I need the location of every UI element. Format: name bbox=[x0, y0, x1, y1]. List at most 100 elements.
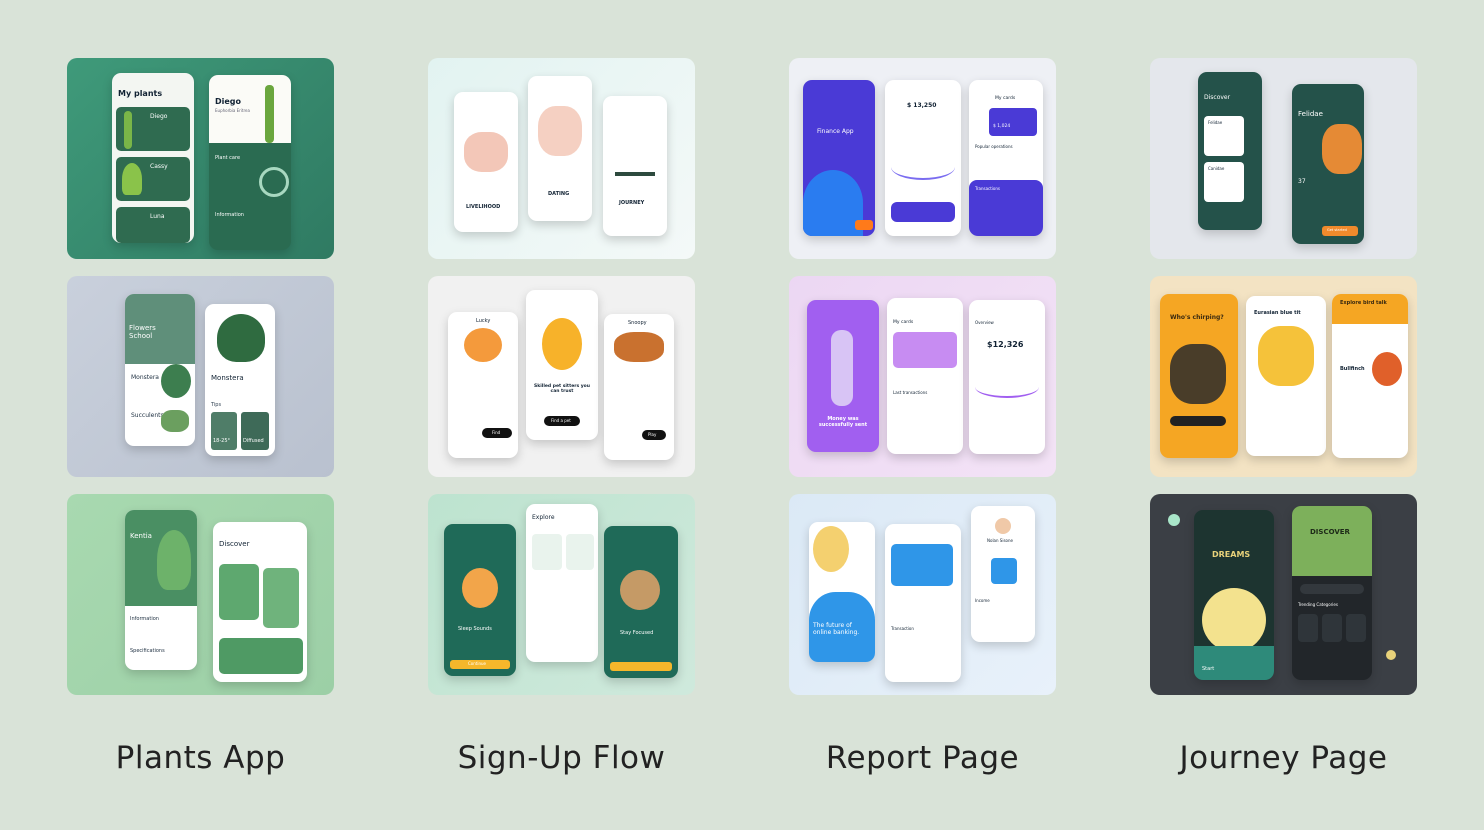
category-tile[interactable] bbox=[1322, 614, 1342, 642]
onboarding-screen: LIVELIHOOD bbox=[454, 92, 518, 232]
line-chart bbox=[891, 154, 955, 180]
plants-app-thumbnail-3[interactable]: Kentia Information Specifications Discov… bbox=[67, 494, 334, 695]
discover-screen: DISCOVER Trending Categories bbox=[1292, 506, 1372, 680]
success-message: Money was successfully sent bbox=[818, 416, 868, 428]
total-amount: $12,326 bbox=[987, 340, 1024, 349]
list-item[interactable]: Succulents bbox=[131, 412, 164, 419]
sleep-screen: Sleep Sounds Continue bbox=[444, 524, 516, 676]
find-pet-button[interactable]: Find a pet bbox=[544, 416, 580, 426]
avatar bbox=[995, 518, 1011, 534]
report-page-thumbnail-3[interactable]: The future of online banking. Transactio… bbox=[789, 494, 1056, 695]
sloth-icon bbox=[620, 570, 660, 610]
credit-card[interactable] bbox=[891, 544, 953, 586]
card-label: Canidae bbox=[1208, 166, 1225, 171]
screen-heading: Sleep Sounds bbox=[458, 626, 492, 632]
continue-button[interactable]: Continue bbox=[450, 660, 510, 669]
plant-card[interactable] bbox=[263, 568, 299, 628]
list-item[interactable]: Monstera bbox=[131, 374, 159, 381]
column-label-plants: Plants App bbox=[115, 740, 286, 776]
screen-heading: JOURNEY bbox=[619, 200, 645, 206]
progress-ring-icon bbox=[259, 167, 289, 197]
success-screen: Money was successfully sent bbox=[807, 300, 879, 452]
start-button[interactable] bbox=[855, 220, 873, 230]
plant-image-icon bbox=[161, 410, 189, 432]
button-label: Play bbox=[648, 432, 657, 437]
animal-card[interactable]: Canidae bbox=[1204, 162, 1244, 202]
animal-card[interactable]: Felidae bbox=[1204, 116, 1244, 156]
plant-card[interactable]: Diego bbox=[116, 107, 190, 151]
screen-heading: Stay Focused bbox=[620, 630, 654, 636]
plant-name: Luna bbox=[150, 213, 165, 220]
find-button[interactable]: Find bbox=[482, 428, 512, 438]
column-label-signup: Sign-Up Flow bbox=[457, 740, 666, 776]
headline: Skilled pet sitters you can trust bbox=[534, 384, 590, 394]
plant-card[interactable]: Cassy bbox=[116, 157, 190, 201]
signup-flow-thumbnail-2[interactable]: Lucky Find Skilled pet sitters you can t… bbox=[428, 276, 695, 477]
phone-screen-detail: Monstera Tips 18-25° Diffused bbox=[205, 304, 275, 456]
card-amount: $ 1,024 bbox=[993, 124, 1011, 129]
section-title: Transaction bbox=[891, 626, 914, 631]
phone-screen: My plants Diego Cassy Luna bbox=[112, 73, 194, 243]
leaf-icon bbox=[122, 163, 142, 195]
bird-illustration bbox=[1258, 326, 1314, 386]
profile-screen: Nolan Sisone Income bbox=[971, 506, 1035, 642]
screen-heading: LIVELIHOOD bbox=[466, 204, 501, 210]
category-tile[interactable] bbox=[1346, 614, 1366, 642]
detail-title: Felidae bbox=[1298, 110, 1323, 118]
credit-card[interactable] bbox=[893, 332, 957, 368]
search-input[interactable] bbox=[1300, 584, 1364, 594]
cactus-icon bbox=[124, 111, 132, 149]
bird-splash: Who's chirping? bbox=[1160, 294, 1238, 458]
button-label: Get started bbox=[1327, 228, 1347, 232]
phone-screen-detail: Discover bbox=[213, 522, 307, 682]
get-started-button[interactable]: Get started bbox=[1322, 226, 1358, 236]
signup-flow-thumbnail-3[interactable]: Sleep Sounds Continue Explore Stay Focus… bbox=[428, 494, 695, 695]
play-button[interactable] bbox=[1170, 416, 1226, 426]
leaf-card[interactable] bbox=[566, 534, 594, 570]
cards-screen: My cards $ 1,024 Popular operations Tran… bbox=[969, 80, 1043, 236]
continue-button[interactable] bbox=[610, 662, 672, 671]
palm-icon bbox=[157, 530, 191, 590]
phone-screen: Kentia Information Specifications bbox=[125, 510, 197, 670]
pet-screen: Skilled pet sitters you can trust Find a… bbox=[526, 290, 598, 440]
section-title: My cards bbox=[893, 320, 914, 325]
wave-chart bbox=[975, 376, 1039, 398]
play-button[interactable]: Play bbox=[642, 430, 666, 440]
pet-screen: Snoopy Play bbox=[604, 314, 674, 460]
button-label: Find bbox=[492, 430, 501, 435]
category-tile[interactable] bbox=[1298, 614, 1318, 642]
water bbox=[1194, 646, 1274, 680]
bird-name: Eurasian blue tit bbox=[1254, 310, 1301, 316]
leaf-card[interactable] bbox=[532, 534, 562, 570]
bird-illustration bbox=[1372, 352, 1402, 386]
transactions-panel: Transactions bbox=[969, 180, 1043, 236]
journey-page-thumbnail-2[interactable]: Who's chirping? Eurasian blue tit Explor… bbox=[1150, 276, 1417, 477]
journey-page-thumbnail-3[interactable]: DREAMS Start DISCOVER Trending Categorie… bbox=[1150, 494, 1417, 695]
plant-card[interactable] bbox=[219, 564, 259, 620]
card-preview bbox=[991, 558, 1017, 584]
action-card[interactable] bbox=[891, 202, 955, 222]
bear-icon bbox=[462, 568, 498, 608]
signup-flow-thumbnail-1[interactable]: LIVELIHOOD DATING JOURNEY bbox=[428, 58, 695, 259]
fox-icon bbox=[464, 328, 502, 362]
phone-screen: Flowers School Monstera Succulents bbox=[125, 294, 195, 446]
journey-page-thumbnail-1[interactable]: Discover Felidae Canidae Felidae 37 Get … bbox=[1150, 58, 1417, 259]
explore-screen: Explore bbox=[526, 504, 598, 662]
plants-app-thumbnail-2[interactable]: Flowers School Monstera Succulents Monst… bbox=[67, 276, 334, 477]
detail-subtitle: Euphorbia Eritrea bbox=[215, 108, 250, 113]
report-page-thumbnail-2[interactable]: Money was successfully sent My cards Las… bbox=[789, 276, 1056, 477]
plant-name: Cassy bbox=[150, 163, 168, 170]
plants-app-thumbnail-1[interactable]: My plants Diego Cassy Luna Diego Euphorb… bbox=[67, 58, 334, 259]
screen-title: My plants bbox=[118, 89, 163, 98]
section-title: Tips bbox=[211, 402, 222, 408]
report-page-thumbnail-1[interactable]: Finance App $ 13,250 My cards $ 1,024 Po… bbox=[789, 58, 1056, 259]
section-title: Overview bbox=[975, 320, 994, 325]
column-label-report: Report Page bbox=[825, 740, 1020, 776]
screen-title: Explore bbox=[532, 514, 555, 521]
plant-card[interactable]: Luna bbox=[116, 207, 190, 243]
section-title: Information bbox=[130, 616, 159, 622]
banking-splash: The future of online banking. bbox=[809, 522, 875, 662]
screen-title: Kentia bbox=[130, 532, 152, 540]
credit-card[interactable]: $ 1,024 bbox=[989, 108, 1037, 136]
start-label[interactable]: Start bbox=[1202, 666, 1214, 672]
